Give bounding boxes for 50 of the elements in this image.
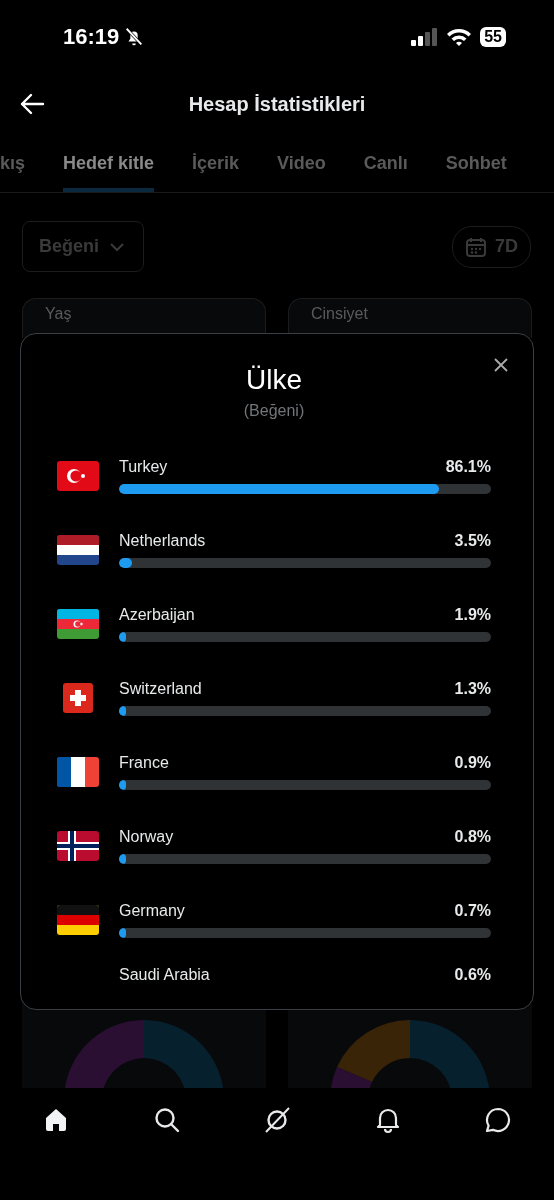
back-arrow-icon[interactable] xyxy=(19,93,45,115)
percentage: 3.5% xyxy=(454,532,491,550)
flag-icon xyxy=(57,609,99,639)
stat-card[interactable]: Cinsiyet xyxy=(288,298,532,338)
percentage: 0.8% xyxy=(454,828,491,846)
period-button[interactable]: 7D xyxy=(452,225,531,268)
tab[interactable]: kış xyxy=(0,134,26,192)
country-name: Switzerland xyxy=(119,680,202,698)
modal-title: Ülke xyxy=(245,364,303,396)
card-title: Cinsiyet xyxy=(311,305,369,323)
calendar-icon xyxy=(465,235,487,258)
flag-icon xyxy=(57,461,99,491)
tab[interactable]: Hedef kitle xyxy=(63,134,155,192)
tab[interactable]: Sohbet xyxy=(445,134,507,192)
modal-subtitle: (Beğeni) xyxy=(242,402,306,420)
battery-level: 55 xyxy=(484,28,502,46)
flag-icon xyxy=(57,535,99,565)
country-name: Turkey xyxy=(119,458,168,476)
percentage: 1.9% xyxy=(454,606,491,624)
chevron-down-icon xyxy=(109,241,125,252)
tab[interactable]: Canlı xyxy=(363,134,408,192)
wifi-icon xyxy=(446,27,473,47)
stat-card[interactable]: Yaş xyxy=(22,298,266,338)
tab[interactable]: İçerik xyxy=(192,134,240,192)
country-name: Norway xyxy=(119,828,174,846)
country-name: Netherlands xyxy=(119,532,206,550)
clock-time: 16:19 xyxy=(63,24,120,50)
card-title: Yaş xyxy=(45,305,73,323)
close-icon[interactable] xyxy=(493,357,509,373)
page-title: Hesap İstatistikleri xyxy=(188,92,366,116)
country-name: Saudi Arabia xyxy=(119,966,210,984)
flag-icon xyxy=(57,757,99,787)
dropdown-label: Beğeni xyxy=(39,236,99,257)
flag-icon xyxy=(57,905,99,935)
country-name: Azerbaijan xyxy=(119,606,195,624)
metric-dropdown[interactable]: Beğeni xyxy=(22,221,144,272)
percentage: 0.6% xyxy=(454,966,491,984)
country-name: France xyxy=(119,754,169,772)
speech-bubble-icon[interactable] xyxy=(484,1106,512,1134)
percentage: 86.1% xyxy=(445,458,491,476)
flag-icon xyxy=(57,831,99,861)
signal-icon xyxy=(410,28,439,46)
percentage: 0.9% xyxy=(454,754,491,772)
percentage: 1.3% xyxy=(454,680,491,698)
slashed-circle-icon[interactable] xyxy=(263,1106,291,1134)
country-name: Germany xyxy=(119,902,185,920)
percentage: 0.7% xyxy=(454,902,491,920)
period-label: 7D xyxy=(495,236,518,257)
tab[interactable]: Video xyxy=(277,134,326,192)
search-icon[interactable] xyxy=(152,1106,181,1134)
